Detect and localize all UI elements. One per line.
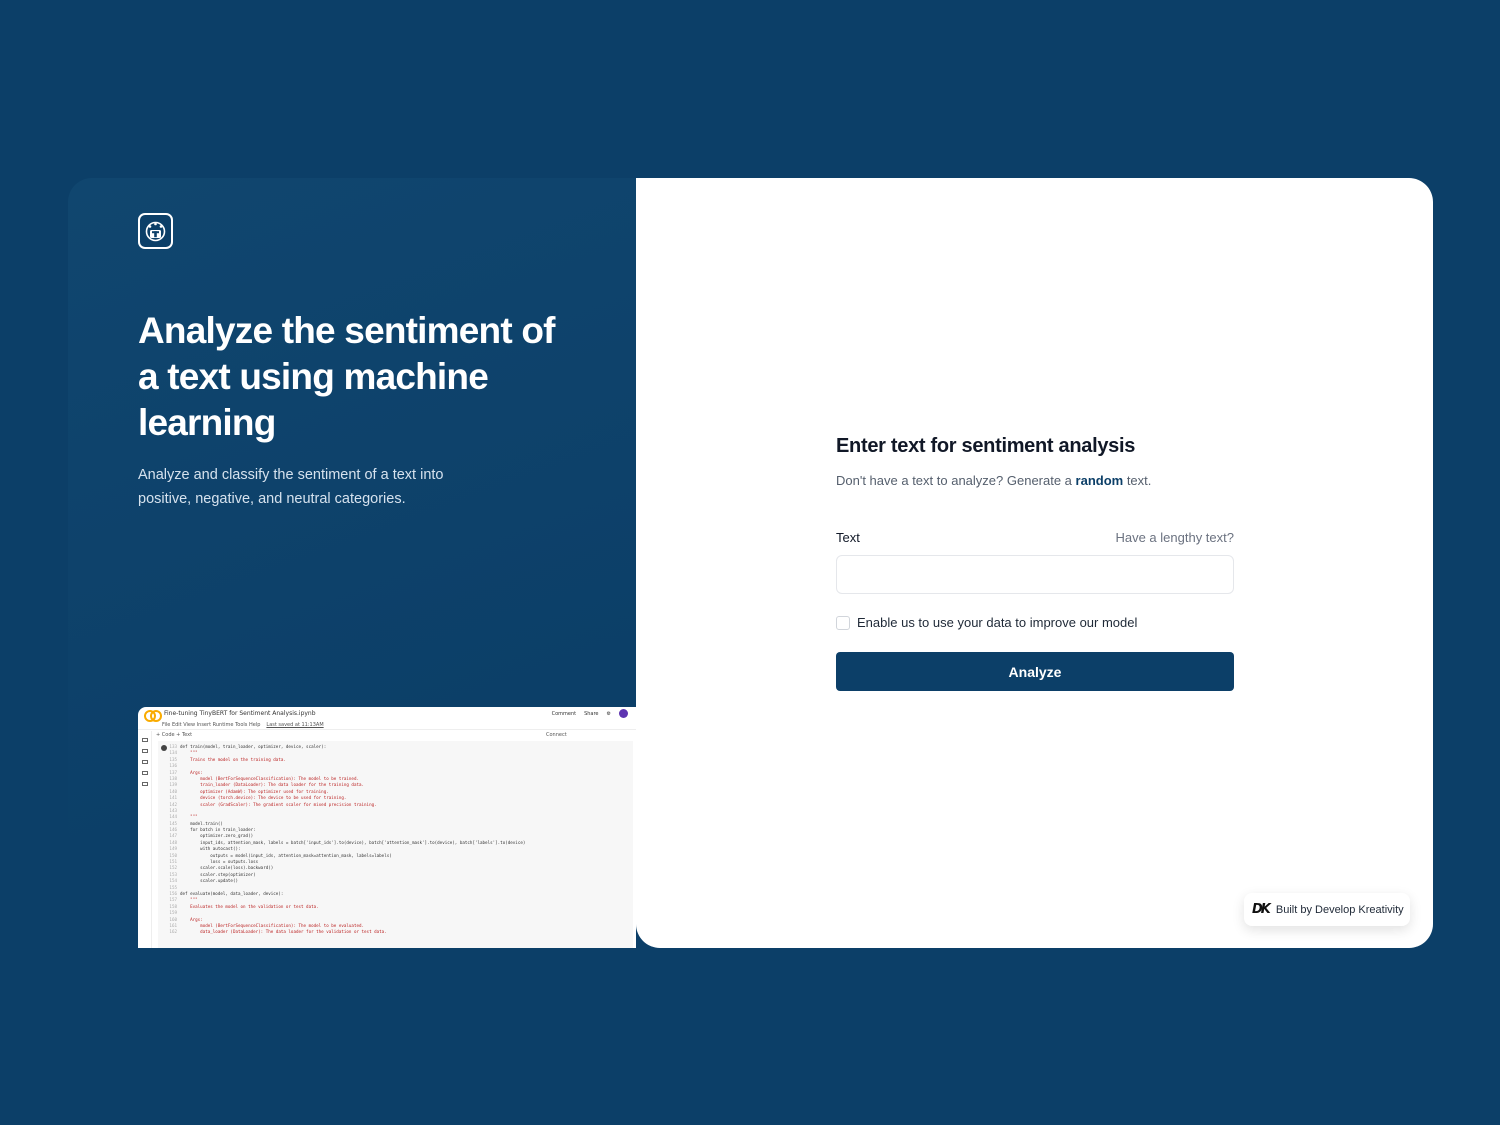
notebook-last-saved: Last saved at 11:13AM (266, 721, 324, 728)
notebook-toolbar: + Code + Text Connect (156, 732, 567, 738)
notebook-avatar (619, 709, 628, 718)
built-by-badge[interactable]: DK Built by Develop Kreativity (1244, 893, 1410, 926)
code-line-text: scaler.update() (180, 878, 238, 884)
form-subtitle-end: text. (1123, 473, 1152, 488)
form-title: Enter text for sentiment analysis (836, 435, 1136, 457)
notebook-screenshot: Fine-tuning TinyBERT for Sentiment Analy… (138, 707, 636, 948)
code-line-text: Trains the model on the training data. (180, 756, 286, 762)
notebook-share: Share (584, 710, 599, 717)
analyze-button[interactable]: Analyze (836, 652, 1234, 691)
code-line-text: Evaluates the model on the validation or… (180, 903, 319, 909)
app-logo-icon[interactable] (138, 213, 173, 249)
notebook-actions: Comment Share ⚙ (552, 709, 636, 718)
notebook-folder-icon (141, 782, 148, 786)
hero-subtitle: Analyze and classify the sentiment of a … (138, 467, 444, 507)
notebook-connect: Connect (546, 732, 567, 738)
lengthy-text-link[interactable]: Have a lengthy text? (1060, 530, 1234, 545)
form-subtitle: Don't have a text to analyze? Generate a… (836, 473, 1151, 488)
notebook-toc-icon (141, 738, 148, 742)
notebook-search-icon (141, 749, 148, 753)
notebook-titlebar: Fine-tuning TinyBERT for Sentiment Analy… (138, 707, 636, 722)
notebook-add-cell: + Code + Text (156, 732, 193, 738)
text-field-label: Text (836, 530, 860, 545)
consent-row[interactable]: Enable us to use your data to improve ou… (836, 615, 1137, 630)
run-cell-icon (161, 745, 167, 751)
form-subtitle-text: Don't have a text to analyze? Generate a (836, 473, 1076, 488)
dk-logo-icon: DK (1252, 902, 1271, 917)
code-line-text: data_loader (DataLoader): The data loade… (180, 929, 387, 935)
code-line-text: def train(model, train_loader, optimizer… (180, 744, 327, 749)
code-line-number: 162 (169, 929, 177, 935)
random-text-link[interactable]: random (1076, 473, 1124, 488)
colab-logo-icon (144, 709, 162, 722)
consent-checkbox[interactable] (836, 615, 850, 630)
hero-title: Analyze the sentiment of a text using ma… (138, 310, 555, 443)
consent-label: Enable us to use your data to improve ou… (857, 615, 1138, 630)
notebook-variables-icon (141, 760, 148, 764)
text-input[interactable] (836, 555, 1234, 594)
notebook-comment: Comment (551, 710, 577, 717)
code-line-text: scaler (GradScaler): The gradient scaler… (180, 801, 377, 807)
notebook-menubar: File Edit View Insert Runtime Tools Help… (138, 720, 636, 730)
notebook-gear-icon: ⚙ (606, 710, 611, 717)
code-line: 162 data_loader (DataLoader): The data l… (158, 929, 633, 935)
notebook-secrets-icon (141, 771, 148, 775)
built-by-label: Built by Develop Kreativity (1275, 903, 1404, 916)
notebook-file-title: Fine-tuning TinyBERT for Sentiment Analy… (164, 710, 316, 717)
notebook-menu: File Edit View Insert Runtime Tools Help (162, 721, 261, 728)
notebook-sidebar (138, 731, 152, 948)
notebook-code-cell: 133 def train(model, train_loader, optimi… (158, 741, 633, 948)
